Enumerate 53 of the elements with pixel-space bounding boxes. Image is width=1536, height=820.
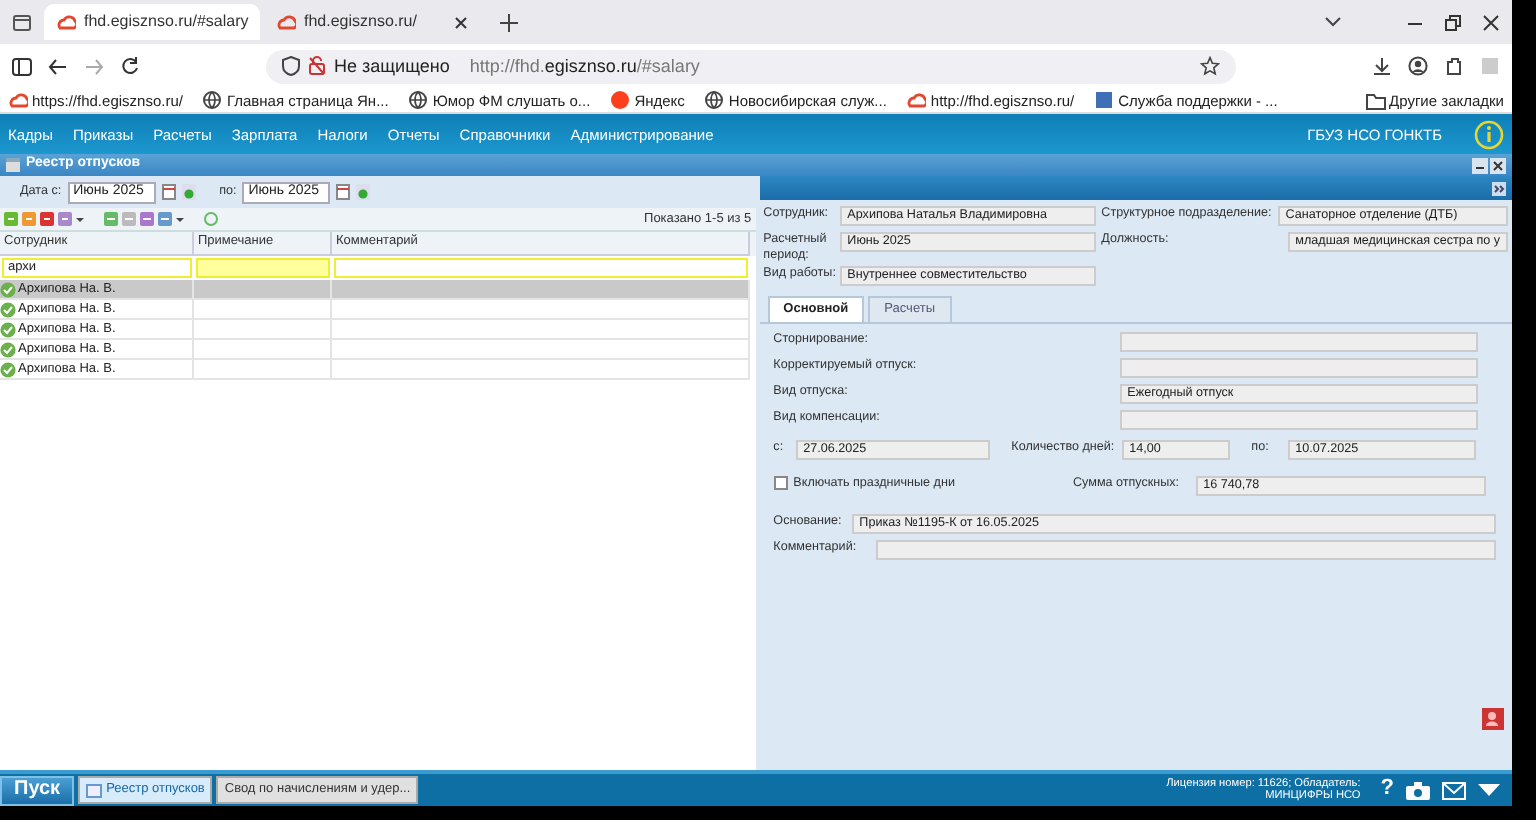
filter-field[interactable] bbox=[196, 258, 330, 278]
table-cell bbox=[194, 360, 332, 380]
table-cell bbox=[194, 300, 332, 320]
cloud-icon bbox=[906, 90, 927, 110]
close-icon[interactable] bbox=[1490, 157, 1506, 173]
filter-field[interactable] bbox=[334, 258, 748, 278]
table-cell bbox=[194, 280, 332, 300]
cloud-icon bbox=[56, 12, 76, 32]
back-icon[interactable] bbox=[48, 57, 68, 75]
checkbox[interactable] bbox=[773, 475, 788, 490]
folder-icon bbox=[1365, 91, 1386, 109]
text-field[interactable] bbox=[875, 539, 1496, 560]
dropdown-icon[interactable] bbox=[1478, 783, 1500, 797]
circle-logo-icon bbox=[610, 90, 631, 110]
sidebar-icon[interactable] bbox=[12, 57, 32, 75]
address-field[interactable]: Не защищено http://fhd.egisznso.ru/#salary bbox=[266, 49, 1236, 83]
chevron-down-icon[interactable] bbox=[1324, 16, 1342, 28]
table-cell bbox=[194, 340, 332, 360]
close-icon[interactable] bbox=[1482, 13, 1500, 31]
browser-tab[interactable]: fhd.egisznso.ru/#salary bbox=[44, 4, 260, 40]
camera-icon[interactable] bbox=[1406, 781, 1430, 799]
cloud-icon bbox=[8, 90, 28, 110]
help-button[interactable]: ? bbox=[1380, 776, 1394, 804]
window-icon bbox=[86, 783, 103, 797]
new-tab-icon[interactable] bbox=[500, 13, 518, 31]
tab-list-icon[interactable] bbox=[12, 12, 32, 32]
profile-icon[interactable] bbox=[1408, 56, 1428, 76]
text-field[interactable] bbox=[1119, 331, 1478, 352]
shield-icon bbox=[282, 56, 300, 76]
cloud-icon bbox=[276, 12, 296, 32]
mail-icon[interactable] bbox=[1442, 781, 1466, 799]
window-icon bbox=[6, 158, 20, 172]
start-button[interactable]: Пуск bbox=[0, 775, 75, 805]
restore-icon[interactable] bbox=[1444, 13, 1462, 31]
text-field[interactable] bbox=[1119, 409, 1478, 430]
table-cell bbox=[194, 320, 332, 340]
reload-icon[interactable] bbox=[120, 56, 140, 76]
globe-icon bbox=[704, 90, 725, 110]
download-icon[interactable] bbox=[1372, 56, 1392, 76]
calendar-icon[interactable] bbox=[161, 184, 176, 200]
user-alert-icon[interactable] bbox=[1482, 708, 1504, 730]
text-field[interactable] bbox=[1119, 357, 1478, 378]
extensions-icon[interactable] bbox=[1444, 56, 1464, 76]
browser-tab[interactable]: fhd.egisznso.ru/ bbox=[264, 4, 480, 40]
globe-icon bbox=[202, 90, 223, 110]
calendar-icon[interactable] bbox=[336, 184, 351, 200]
unlocked-icon bbox=[308, 56, 326, 76]
globe-icon bbox=[408, 90, 429, 110]
star-icon[interactable] bbox=[1200, 56, 1220, 76]
square-logo-icon bbox=[1094, 90, 1115, 110]
minimize-icon[interactable] bbox=[1472, 157, 1488, 173]
close-icon[interactable] bbox=[454, 15, 468, 29]
collapse-icon[interactable] bbox=[1492, 181, 1506, 195]
